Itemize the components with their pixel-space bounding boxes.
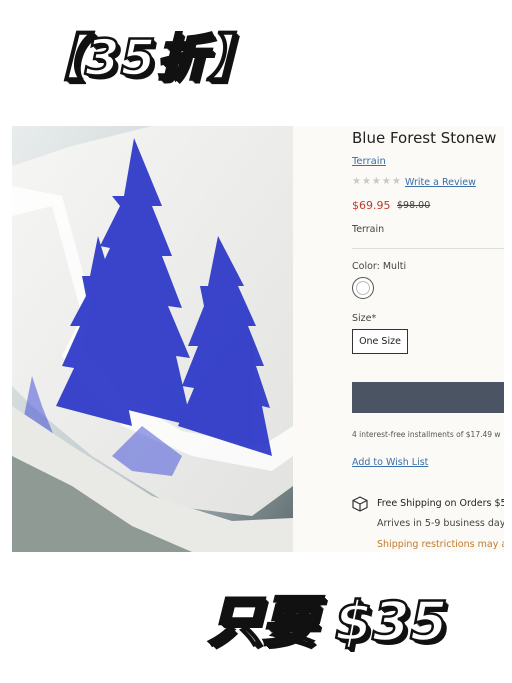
box-icon [352, 496, 368, 512]
shipping-arrival: Arrives in 5-9 business days [377, 518, 504, 529]
rating-stars-icon: ★★★★★ [352, 176, 402, 187]
add-to-wishlist-link[interactable]: Add to Wish List [352, 457, 428, 468]
shipping-restrictions: Shipping restrictions may ap [377, 539, 504, 550]
divider [352, 248, 504, 249]
color-label: Color: Multi [352, 261, 407, 272]
installments-info: 4 interest-free installments of $17.49 w [352, 430, 501, 439]
size-label: Size* [352, 313, 377, 324]
write-review-link[interactable]: Write a Review [405, 177, 476, 188]
add-to-cart-button[interactable] [352, 382, 504, 413]
original-price: $98.00 [397, 200, 431, 211]
vendor-name: Terrain [352, 224, 385, 235]
discount-banner: 【35折】 [33, 28, 259, 89]
brand-link[interactable]: Terrain [352, 156, 386, 167]
shipping-title: Free Shipping on Orders $5 [377, 498, 504, 509]
price-banner: 只要 $35 [207, 589, 449, 655]
size-option-button[interactable]: One Size [352, 329, 408, 354]
product-details-panel: Blue Forest Stonew Terrain ★★★★★ Write a… [293, 126, 504, 552]
product-title: Blue Forest Stonew [352, 129, 497, 147]
sale-price: $69.95 [352, 199, 391, 212]
plate-illustration [12, 126, 293, 552]
product-page-screenshot: Blue Forest Stonew Terrain ★★★★★ Write a… [12, 126, 504, 552]
color-swatch-multi[interactable] [352, 277, 374, 299]
product-photo [12, 126, 293, 552]
